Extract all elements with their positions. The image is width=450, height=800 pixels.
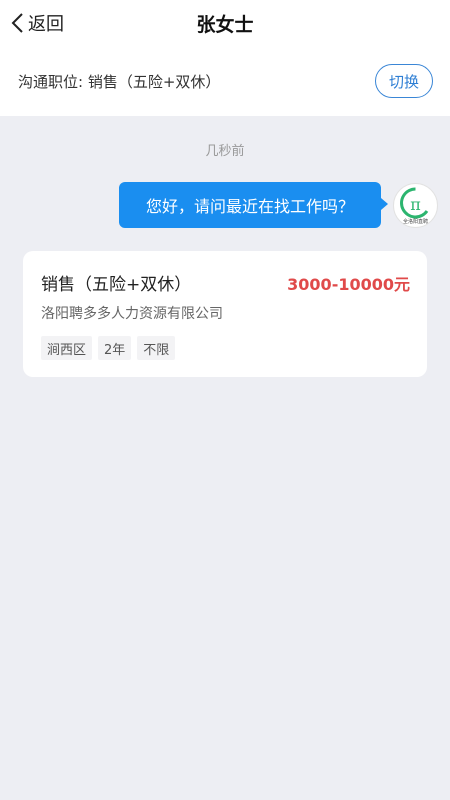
- switch-button[interactable]: 切换: [375, 64, 433, 98]
- company-name: 洛阳聘多多人力资源有限公司: [41, 306, 223, 322]
- page-title: 张女士: [196, 13, 254, 36]
- job-title: 销售（五险+双休）: [41, 275, 192, 295]
- company-logo-icon: π 全洛阳直聘: [400, 187, 429, 225]
- avatar[interactable]: π 全洛阳直聘: [393, 183, 438, 228]
- avatar-logo-text: 全洛阳直聘: [403, 218, 428, 225]
- svg-text:π: π: [410, 195, 421, 214]
- chevron-left-icon: [11, 13, 23, 33]
- tag-district: 涧西区: [41, 336, 93, 360]
- position-bar: 沟通职位: 销售（五险+双休） 切换: [0, 46, 450, 116]
- chat-screen: 返回 张女士 沟通职位: 销售（五险+双休） 切换 几秒前 您好，请问最近在找工…: [0, 0, 450, 800]
- job-card[interactable]: 销售（五险+双休） 3000-10000元 洛阳聘多多人力资源有限公司 涧西区 …: [23, 251, 427, 377]
- tag-education: 不限: [137, 336, 176, 360]
- position-text: 沟通职位: 销售（五险+双休）: [18, 72, 221, 91]
- job-tags: 涧西区 2年 不限: [41, 336, 176, 360]
- message-bubble[interactable]: 您好，请问最近在找工作吗？: [119, 182, 381, 228]
- bubble-tail: [381, 198, 388, 210]
- back-button[interactable]: 返回: [10, 8, 64, 38]
- job-salary: 3000-10000元: [287, 275, 410, 294]
- tag-experience: 2年: [98, 336, 132, 360]
- back-label: 返回: [28, 14, 64, 35]
- message-timestamp: 几秒前: [205, 144, 245, 159]
- top-nav-bar: 返回 张女士: [0, 0, 450, 46]
